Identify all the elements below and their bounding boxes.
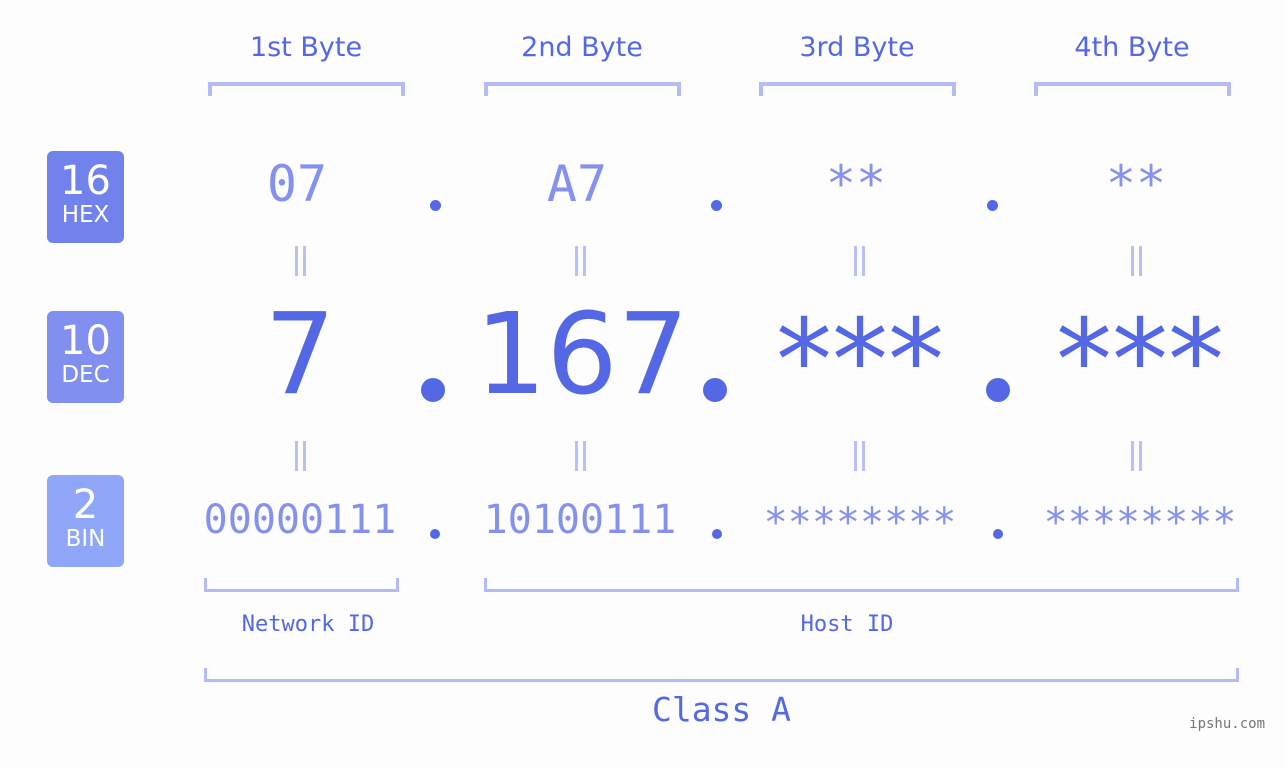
dec-byte-2: 167 [475,290,689,420]
hex-separator-dot [430,200,441,211]
bin-byte-3: ******** [763,500,957,546]
equals-icon [852,246,866,276]
dec-byte-1: 7 [264,290,336,420]
hex-separator-dot [711,200,722,211]
dec-badge: 10 DEC [47,311,124,403]
equals-icon [1129,246,1143,276]
hex-byte-4: ** [1105,155,1167,213]
byte-bracket-1 [208,82,405,96]
equals-icon [573,246,587,276]
dec-byte-3: *** [776,296,944,426]
bin-byte-4: ******** [1043,500,1237,546]
equals-icon [1129,441,1143,471]
network-id-label: Network ID [241,612,375,637]
dec-byte-4: *** [1056,296,1224,426]
ip-class-label: Class A [651,690,792,729]
bin-badge-label: BIN [65,526,106,552]
hex-byte-1: 07 [266,155,328,213]
hex-byte-2: A7 [546,155,608,213]
host-id-label: Host ID [800,612,894,637]
hex-separator-dot [987,200,998,211]
hex-byte-3: ** [825,155,887,213]
byte-header-4: 4th Byte [1074,32,1190,63]
network-id-bracket [204,578,399,592]
byte-bracket-2 [484,82,681,96]
bin-byte-2: 10100111 [483,497,677,543]
hex-badge: 16 HEX [47,151,124,243]
dec-badge-label: DEC [61,362,110,388]
byte-bracket-4 [1034,82,1231,96]
hex-badge-number: 16 [60,158,111,204]
watermark: ipshu.com [1189,716,1265,732]
dec-separator-dot [986,378,1010,402]
hex-badge-label: HEX [61,202,110,228]
bin-separator-dot [712,529,722,539]
dec-badge-number: 10 [60,318,111,364]
bin-byte-1: 00000111 [203,497,397,543]
bin-badge-number: 2 [72,482,99,528]
dec-separator-dot [421,378,445,402]
equals-icon [852,441,866,471]
byte-header-2: 2nd Byte [521,32,643,63]
bin-separator-dot [430,529,440,539]
bin-badge: 2 BIN [47,475,124,567]
host-id-bracket [484,578,1239,592]
class-bracket [204,668,1239,682]
equals-icon [573,441,587,471]
byte-bracket-3 [759,82,956,96]
equals-icon [293,246,307,276]
byte-header-3: 3rd Byte [799,32,915,63]
dec-separator-dot [703,378,727,402]
equals-icon [293,441,307,471]
bin-separator-dot [993,529,1003,539]
byte-header-1: 1st Byte [249,32,363,63]
